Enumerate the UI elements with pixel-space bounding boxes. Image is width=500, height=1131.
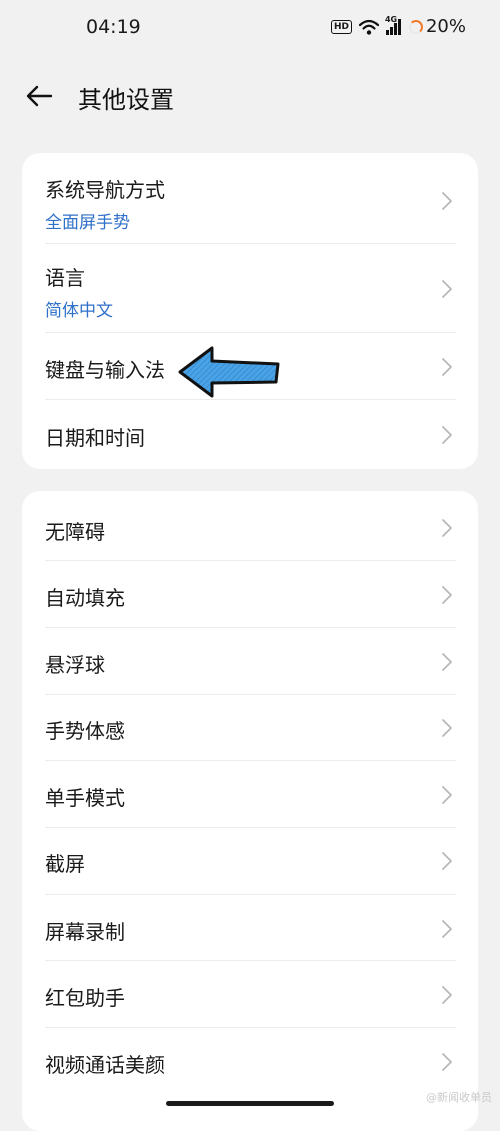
row-screen-recording[interactable]: 屏幕录制 <box>22 895 478 961</box>
row-accessibility[interactable]: 无障碍 <box>22 491 478 561</box>
row-label: 语言 <box>45 266 85 290</box>
settings-group-2: 无障碍 自动填充 悬浮球 手势体感 单手模式 截屏 屏幕录制 红包助手 视频通话 <box>22 491 478 1131</box>
chevron-right-icon <box>442 586 452 604</box>
status-bar: 04:19 HD 4G 20% <box>0 0 500 56</box>
row-language[interactable]: 语言 简体中文 <box>22 244 478 333</box>
row-label: 屏幕录制 <box>45 920 125 944</box>
status-time: 04:19 <box>86 16 141 38</box>
row-label: 系统导航方式 <box>45 178 165 202</box>
chevron-right-icon <box>442 986 452 1004</box>
row-system-navigation[interactable]: 系统导航方式 全面屏手势 <box>22 153 478 244</box>
chevron-right-icon <box>442 426 452 444</box>
chevron-right-icon <box>442 653 452 671</box>
row-autofill[interactable]: 自动填充 <box>22 561 478 628</box>
row-label: 视频通话美颜 <box>45 1053 165 1077</box>
settings-group-1: 系统导航方式 全面屏手势 语言 简体中文 键盘与输入法 日期和时间 <box>22 153 478 469</box>
row-one-handed-mode[interactable]: 单手模式 <box>22 761 478 828</box>
row-label: 红包助手 <box>45 986 125 1010</box>
back-button[interactable] <box>22 78 58 114</box>
back-arrow-icon <box>26 85 53 107</box>
status-icons: HD 4G 20% <box>330 15 466 37</box>
battery-percent: 20% <box>425 16 466 37</box>
row-gestures-motions[interactable]: 手势体感 <box>22 695 478 761</box>
chevron-right-icon <box>442 1053 452 1071</box>
row-label: 手势体感 <box>45 719 125 743</box>
row-label: 日期和时间 <box>45 426 145 450</box>
row-label: 悬浮球 <box>45 653 105 677</box>
header: 其他设置 <box>0 70 500 126</box>
chevron-right-icon <box>442 920 452 938</box>
row-screenshot[interactable]: 截屏 <box>22 828 478 895</box>
page-title: 其他设置 <box>78 86 174 114</box>
row-red-packet-assistant[interactable]: 红包助手 <box>22 961 478 1028</box>
wifi-icon <box>358 19 379 35</box>
annotation-arrow-icon <box>178 346 280 398</box>
chevron-right-icon <box>442 358 452 376</box>
row-label: 自动填充 <box>45 586 125 610</box>
chevron-right-icon <box>442 786 452 804</box>
home-indicator[interactable] <box>166 1101 334 1106</box>
row-label: 无障碍 <box>45 520 105 544</box>
watermark: @新闻收单员 <box>426 1091 492 1104</box>
hd-voice-icon: HD <box>330 19 352 34</box>
row-value: 全面屏手势 <box>45 213 130 233</box>
chevron-right-icon <box>442 852 452 870</box>
chevron-right-icon <box>442 280 452 298</box>
row-label: 键盘与输入法 <box>45 358 165 382</box>
chevron-right-icon <box>442 519 452 537</box>
row-date-time[interactable]: 日期和时间 <box>22 400 478 469</box>
row-value: 简体中文 <box>45 301 113 321</box>
chevron-right-icon <box>442 192 452 210</box>
row-label: 截屏 <box>45 852 85 876</box>
row-video-call-beauty[interactable]: 视频通话美颜 <box>22 1028 478 1095</box>
row-label: 单手模式 <box>45 786 125 810</box>
battery-icon <box>408 19 423 34</box>
row-floating-ball[interactable]: 悬浮球 <box>22 628 478 695</box>
cellular-signal-icon: 4G <box>385 15 402 35</box>
chevron-right-icon <box>442 719 452 737</box>
